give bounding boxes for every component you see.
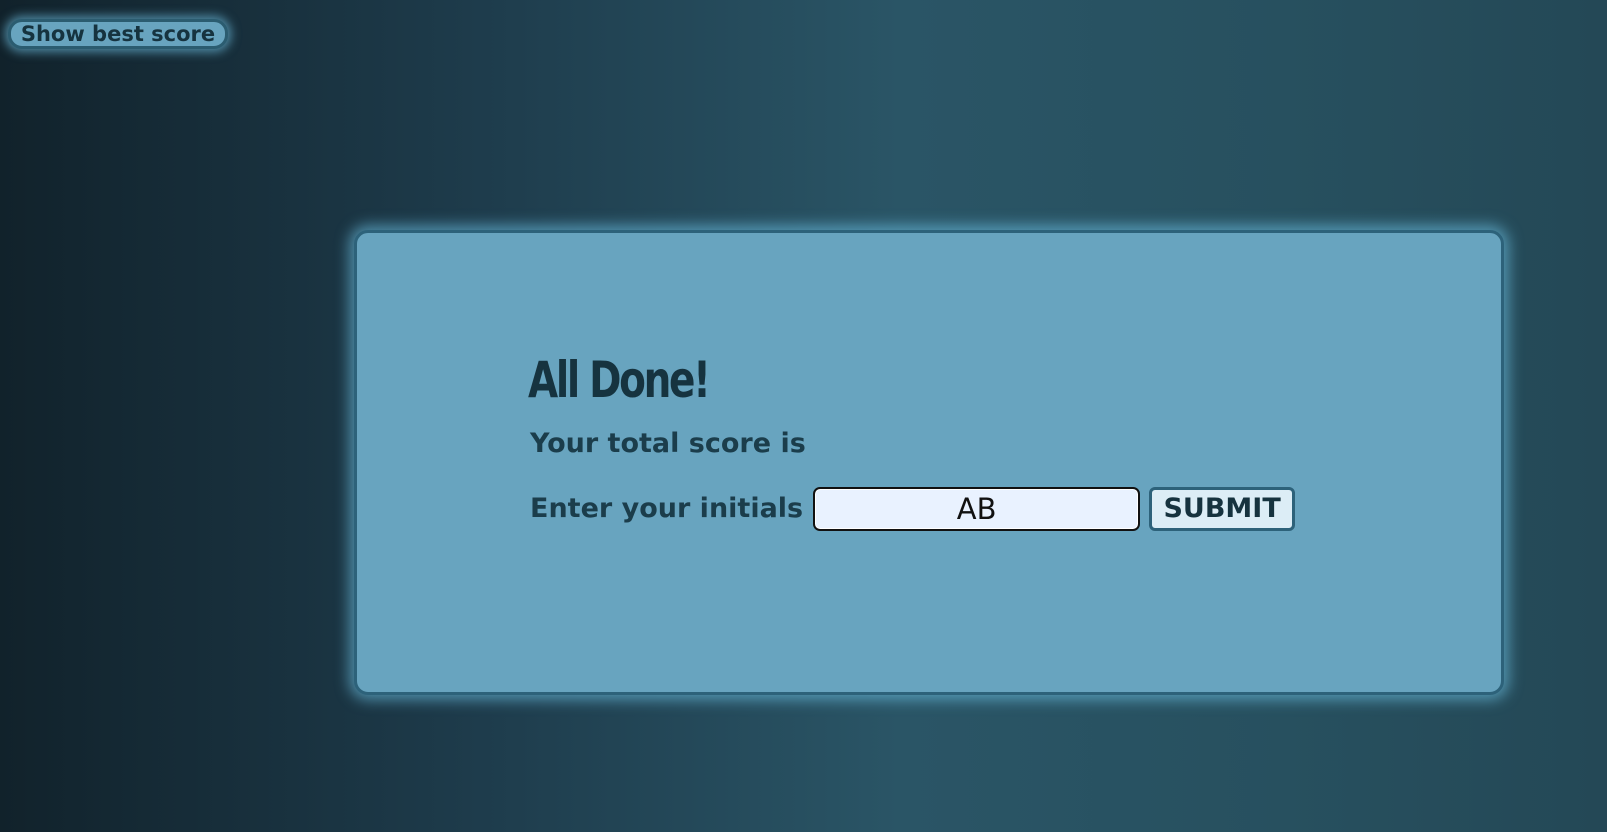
quiz-complete-card: All Done! Your total score is Enter your… [354,230,1504,695]
show-best-score-button[interactable]: Show best score [8,19,228,49]
total-score-text: Your total score is [530,428,806,459]
initials-label: Enter your initials [530,493,804,524]
initials-form: Enter your initials SUBMIT [530,486,1296,532]
submit-button[interactable]: SUBMIT [1149,487,1296,531]
page-title: All Done! [528,351,711,409]
initials-input[interactable] [813,487,1141,531]
